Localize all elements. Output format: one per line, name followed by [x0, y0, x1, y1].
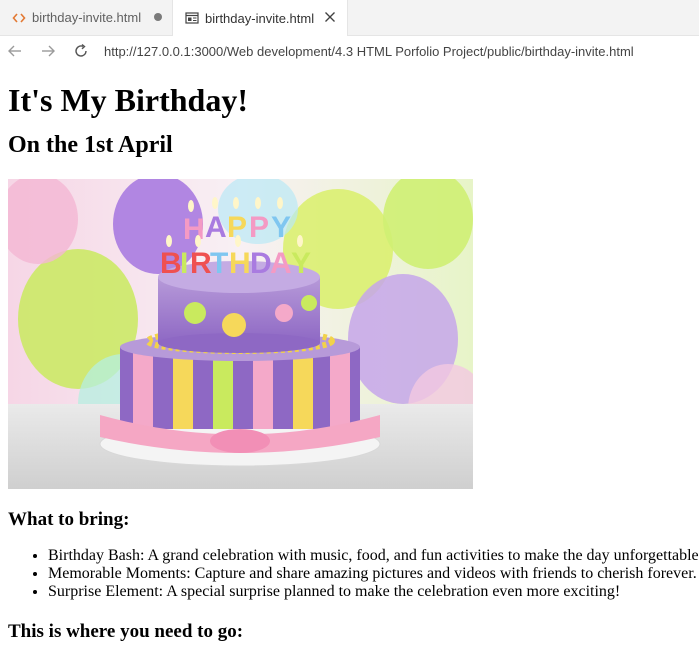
- svg-text:A: A: [270, 247, 292, 280]
- close-tab-icon[interactable]: [322, 9, 338, 25]
- birthday-cake-image: H A P P Y B I R T H D A Y: [8, 179, 473, 489]
- event-date: On the 1st April: [8, 132, 173, 158]
- list-item: Surprise Element: A special surprise pla…: [48, 583, 698, 601]
- tab-label: birthday-invite.html: [32, 10, 142, 25]
- unsaved-changes-dot-icon[interactable]: [154, 13, 162, 21]
- browser-nav-bar: http://127.0.0.1:3000/Web development/4.…: [0, 36, 699, 66]
- svg-text:T: T: [210, 247, 228, 280]
- bring-list: Birthday Bash: A grand celebration with …: [8, 547, 699, 601]
- page-content: It's My Birthday! On the 1st April H A P…: [8, 66, 699, 643]
- address-bar-url[interactable]: http://127.0.0.1:3000/Web development/4.…: [104, 44, 634, 59]
- svg-text:H: H: [229, 247, 251, 280]
- reload-icon[interactable]: [70, 40, 92, 62]
- editor-tab-bar: birthday-invite.html birthday-invite.htm…: [0, 0, 699, 36]
- back-arrow-icon[interactable]: [4, 40, 26, 62]
- svg-text:P: P: [249, 211, 269, 244]
- tab-birthday-invite-source[interactable]: birthday-invite.html: [0, 0, 173, 35]
- code-icon: [12, 11, 26, 25]
- svg-text:Y: Y: [291, 247, 311, 280]
- svg-text:Y: Y: [271, 211, 291, 244]
- page-title: It's My Birthday!: [8, 82, 248, 118]
- what-to-bring-heading: What to bring:: [8, 509, 130, 530]
- svg-text:H: H: [183, 213, 205, 246]
- forward-arrow-icon[interactable]: [37, 40, 59, 62]
- svg-text:D: D: [250, 247, 272, 280]
- svg-text:I: I: [180, 247, 188, 280]
- svg-text:R: R: [190, 247, 212, 280]
- svg-text:A: A: [205, 211, 227, 244]
- preview-icon: [185, 11, 199, 25]
- svg-text:B: B: [160, 247, 182, 280]
- list-item: Memorable Moments: Capture and share ama…: [48, 565, 698, 583]
- list-item: Birthday Bash: A grand celebration with …: [48, 547, 699, 565]
- location-heading: This is where you need to go:: [8, 621, 244, 642]
- tab-label: birthday-invite.html: [205, 10, 315, 26]
- tab-birthday-invite-preview[interactable]: birthday-invite.html: [173, 0, 348, 36]
